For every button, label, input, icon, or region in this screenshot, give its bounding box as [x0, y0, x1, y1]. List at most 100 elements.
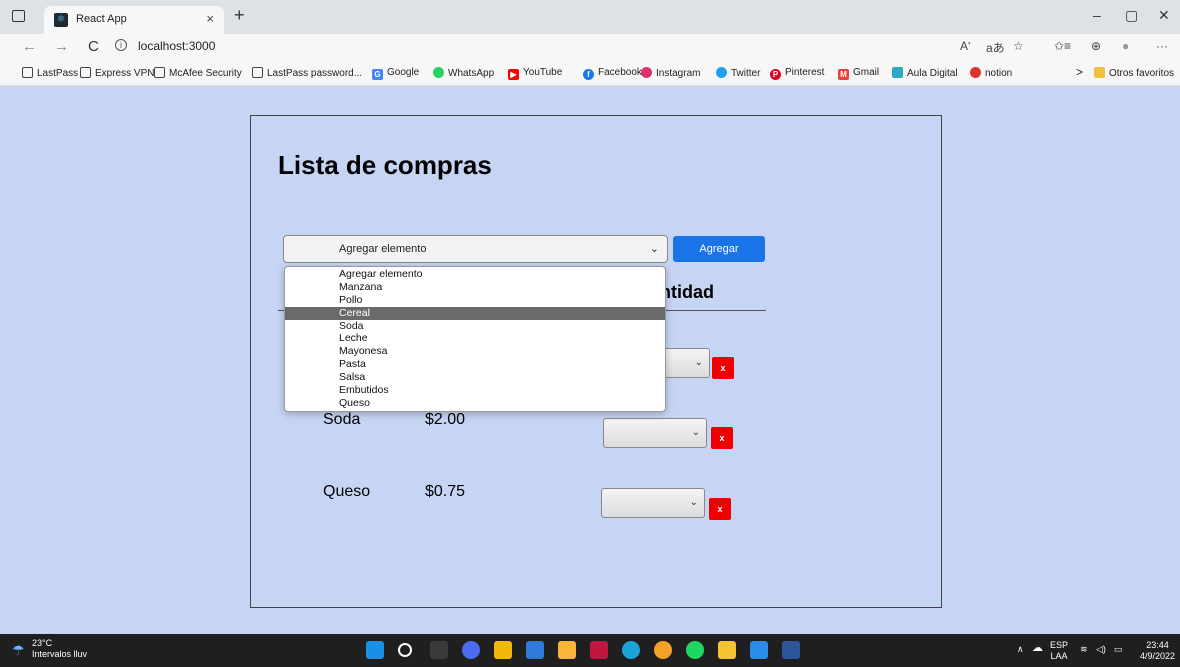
dropdown-option[interactable]: Queso — [285, 397, 665, 410]
translate-icon[interactable]: aあ — [986, 39, 1005, 56]
sticky-notes-icon[interactable] — [718, 641, 736, 659]
pinterest-icon: P — [770, 69, 781, 80]
word-icon[interactable] — [782, 641, 800, 659]
delete-row-button[interactable]: x — [712, 357, 734, 379]
profile-avatar-icon[interactable]: ● — [1122, 39, 1129, 53]
bookmark-facebook[interactable]: f Facebook — [583, 67, 642, 80]
app-icon[interactable] — [558, 641, 576, 659]
chrome-icon[interactable] — [654, 641, 672, 659]
bookmark-whatsapp[interactable]: WhatsApp — [433, 67, 494, 79]
page-icon — [80, 67, 91, 78]
bookmark-lastpass[interactable]: LastPass — [22, 67, 78, 79]
bookmark-youtube[interactable]: ▶ YouTube — [508, 67, 562, 80]
browser-tab-bar: ⚛ React App × + – ▢ ✕ — [0, 0, 1180, 34]
item-price: $0.75 — [425, 483, 466, 500]
volume-icon[interactable]: ◁) — [1096, 644, 1106, 655]
language-indicator[interactable]: ESP LAA — [1050, 640, 1068, 662]
edge-icon[interactable] — [622, 641, 640, 659]
tab-close-icon[interactable]: × — [206, 11, 214, 26]
wifi-icon[interactable]: ≋ — [1080, 644, 1088, 655]
dropdown-option[interactable]: Embutidos — [285, 384, 665, 397]
tab-title: React App — [76, 13, 127, 25]
folder-icon — [1094, 67, 1105, 78]
tab-actions-icon[interactable] — [12, 10, 25, 22]
delete-row-button[interactable]: x — [711, 427, 733, 449]
add-item-select[interactable]: Agregar elemento ⌄ — [283, 235, 668, 263]
minimize-button[interactable]: – — [1093, 7, 1101, 23]
quantity-select[interactable]: ⌄ — [601, 488, 705, 518]
battery-icon[interactable]: ▭ — [1114, 644, 1123, 655]
browser-tab[interactable]: ⚛ React App × — [44, 6, 224, 34]
new-tab-button[interactable]: + — [234, 5, 245, 26]
page-icon — [22, 67, 33, 78]
dropdown-option[interactable]: Agregar elemento — [285, 268, 665, 281]
chevron-down-icon: ⌄ — [694, 357, 703, 368]
file-explorer-icon[interactable] — [494, 641, 512, 659]
bookmark-instagram[interactable]: Instagram — [641, 67, 700, 79]
more-menu-icon[interactable]: ··· — [1156, 39, 1168, 53]
bookmark-gmail[interactable]: M Gmail — [838, 67, 879, 80]
bookmark-notion[interactable]: notion — [970, 67, 1012, 79]
bookmark-other-favorites[interactable]: Otros favoritos — [1094, 67, 1174, 79]
pin-icon — [970, 67, 981, 78]
url-field[interactable]: localhost:3000 — [138, 39, 215, 53]
youtube-icon: ▶ — [508, 69, 519, 80]
delete-row-button[interactable]: x — [709, 498, 731, 520]
chevron-down-icon: ⌄ — [689, 497, 698, 508]
forward-icon[interactable]: → — [54, 38, 69, 55]
maximize-button[interactable]: ▢ — [1125, 7, 1138, 24]
cloud-icon[interactable]: ☁ — [1032, 643, 1043, 654]
bookmark-google[interactable]: G Google — [372, 67, 419, 80]
dropdown-option[interactable]: Pasta — [285, 358, 665, 371]
dropdown-option[interactable]: Soda — [285, 320, 665, 333]
weather-umbrella-icon[interactable]: ☂ — [12, 642, 25, 659]
weather-desc: Intervalos lluv — [32, 649, 88, 659]
bookmarks-more-chevron-icon[interactable]: > — [1076, 65, 1083, 79]
store-icon[interactable] — [526, 641, 544, 659]
whatsapp-icon — [433, 67, 444, 78]
bookmark-lastpass-password[interactable]: LastPass password... — [252, 67, 362, 79]
dropdown-option[interactable]: Mayonesa — [285, 345, 665, 358]
reload-icon[interactable]: C — [88, 38, 99, 55]
chevron-down-icon: ⌄ — [691, 427, 700, 438]
favorites-icon[interactable]: ✩≡ — [1054, 39, 1071, 53]
bookmark-pinterest[interactable]: P Pinterest — [770, 67, 824, 80]
address-bar-row: ← → C i localhost:3000 Aʹ aあ ☆ ✩≡ ⊕ ● ··… — [0, 34, 1180, 60]
dropdown-option[interactable]: Salsa — [285, 371, 665, 384]
dropdown-option-selected[interactable]: Cereal — [285, 306, 665, 320]
tray-caret-icon[interactable]: ∧ — [1017, 644, 1024, 655]
add-button[interactable]: Agregar — [673, 236, 765, 262]
close-window-button[interactable]: ✕ — [1158, 7, 1170, 24]
weather-widget[interactable]: 23°C Intervalos lluv — [32, 638, 87, 660]
dropdown-option[interactable]: Leche — [285, 332, 665, 345]
quantity-select[interactable]: ⌄ — [603, 418, 707, 448]
task-view-icon[interactable] — [430, 641, 448, 659]
item-price: $2.00 — [425, 411, 466, 428]
start-icon[interactable] — [366, 641, 384, 659]
gmail-icon: M — [838, 69, 849, 80]
read-aloud-icon[interactable]: Aʹ — [960, 39, 970, 53]
spotify-icon[interactable] — [686, 641, 704, 659]
react-favicon-icon: ⚛ — [54, 13, 68, 27]
bookmark-mcafee[interactable]: McAfee Security — [154, 67, 242, 79]
bookmark-aula-digital[interactable]: Aula Digital — [892, 67, 958, 79]
bookmark-express-vpn[interactable]: Express VPN — [80, 67, 154, 79]
dropdown-option[interactable]: Pollo — [285, 294, 665, 307]
google-icon: G — [372, 69, 383, 80]
clock[interactable]: 23:44 4/9/2022 — [1140, 640, 1175, 662]
search-icon[interactable] — [398, 643, 412, 657]
chevron-down-icon: ⌄ — [649, 243, 659, 255]
vscode-icon[interactable] — [750, 641, 768, 659]
facebook-icon: f — [583, 69, 594, 80]
site-info-icon[interactable]: i — [115, 39, 127, 51]
chat-icon[interactable] — [462, 641, 480, 659]
bookmark-twitter[interactable]: Twitter — [716, 67, 760, 79]
collections-icon[interactable]: ⊕ — [1091, 39, 1101, 53]
page-icon — [154, 67, 165, 78]
weather-temp: 23°C — [32, 638, 53, 648]
favorite-star-icon[interactable]: ☆ — [1013, 39, 1024, 53]
item-name: Soda — [323, 411, 361, 428]
dropdown-option[interactable]: Manzana — [285, 281, 665, 294]
mcafee-icon[interactable] — [590, 641, 608, 659]
back-icon[interactable]: ← — [22, 38, 37, 55]
